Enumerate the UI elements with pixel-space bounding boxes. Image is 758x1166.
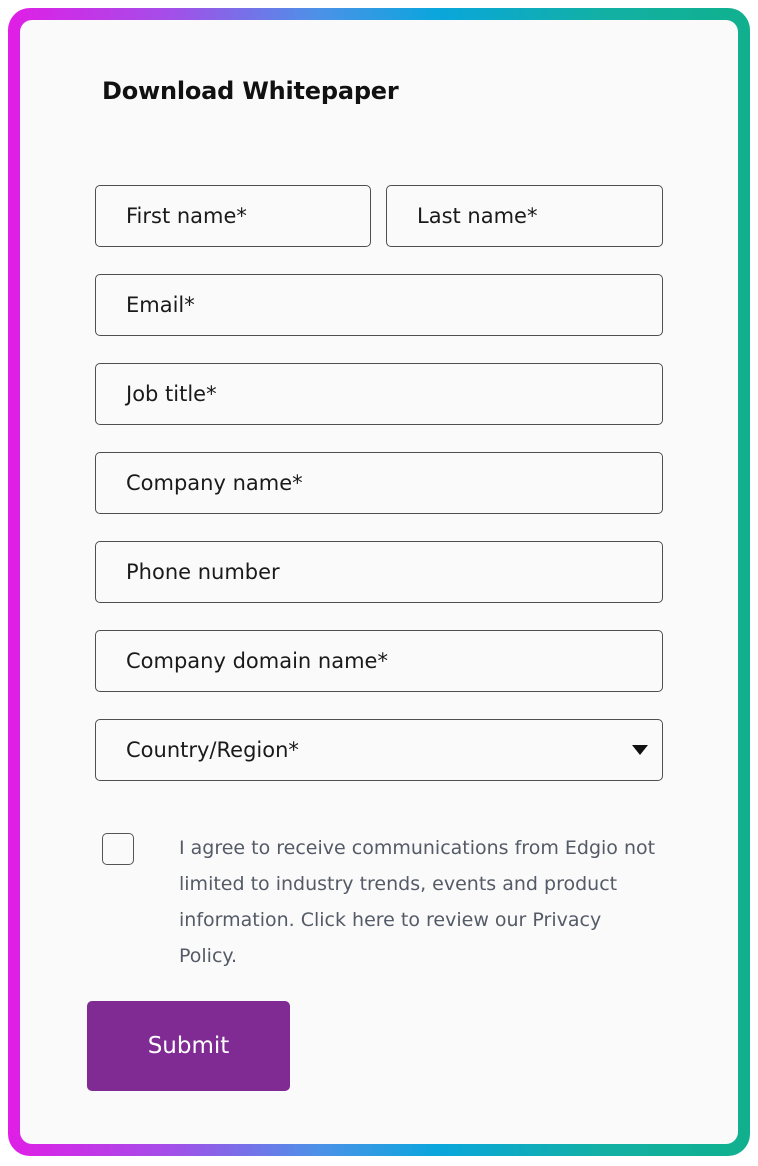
consent-text: I agree to receive communications from E…	[179, 837, 656, 967]
phone-number-input[interactable]: Phone number	[95, 541, 663, 603]
last-name-input[interactable]: Last name*	[386, 185, 663, 247]
submit-button[interactable]: Submit	[87, 1001, 290, 1091]
caret-down-icon[interactable]	[632, 745, 648, 755]
gradient-frame: Download Whitepaper First name* Last nam…	[8, 8, 750, 1156]
form-title: Download Whitepaper	[102, 77, 399, 105]
first-name-input[interactable]: First name*	[95, 185, 371, 247]
company-name-input[interactable]: Company name*	[95, 452, 663, 514]
email-input[interactable]: Email*	[95, 274, 663, 336]
job-title-input[interactable]: Job title*	[95, 363, 663, 425]
form-card: Download Whitepaper First name* Last nam…	[20, 20, 738, 1144]
country-region-select[interactable]: Country/Region*	[95, 719, 663, 781]
consent-checkbox[interactable]	[102, 833, 134, 865]
company-domain-input[interactable]: Company domain name*	[95, 630, 663, 692]
country-region-label: Country/Region*	[126, 738, 299, 762]
